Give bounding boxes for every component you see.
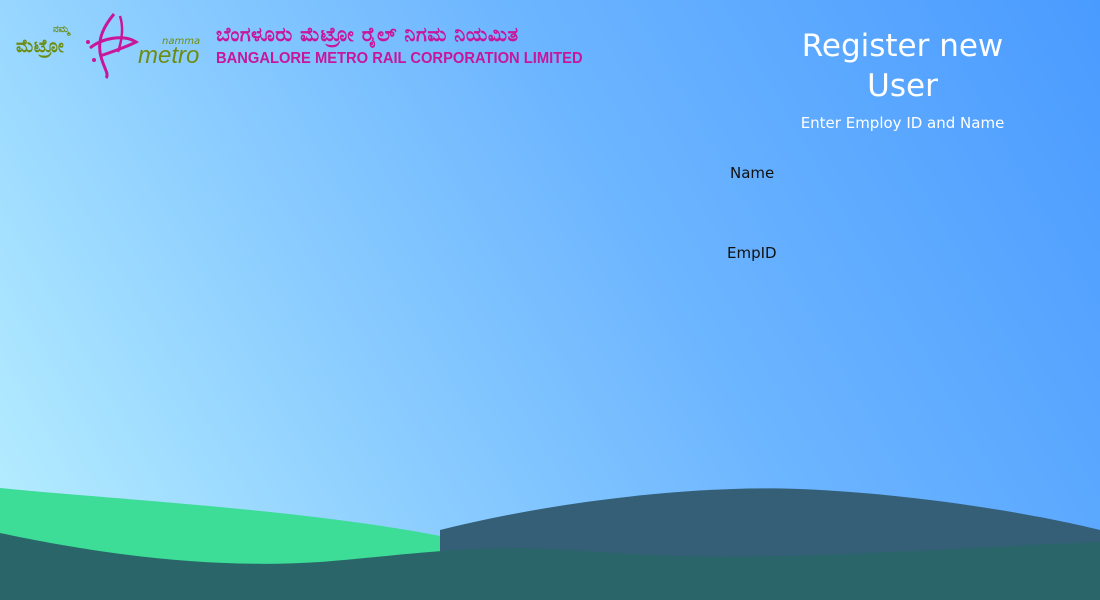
- logo-namma-kannada: ನಮ್ಮ: [53, 24, 70, 35]
- title-line-2: User: [867, 68, 938, 104]
- name-label: Name: [730, 164, 775, 182]
- name-input[interactable]: [790, 158, 1044, 190]
- org-name-kannada: ಬೆಂಗಳೂರು ಮೆಟ್ರೋ ರೈಲ್ ನಿಗಮ ನಿಯಮಿತ: [216, 22, 519, 46]
- metro-swirl-icon: [86, 13, 139, 80]
- empid-label: EmpID: [727, 244, 777, 262]
- logo-metro-kannada: ಮೆಟ್ರೋ: [16, 36, 64, 57]
- namma-metro-logo: ನಮ್ಮ ಮೆಟ್ರೋ namma metro: [14, 8, 204, 80]
- decorative-waves: [0, 488, 1100, 600]
- page-title: Register new User: [780, 26, 1025, 106]
- logo-metro-text: metro: [138, 42, 200, 69]
- org-name-english: BANGALORE METRO RAIL CORPORATION LIMITED: [216, 50, 583, 67]
- title-line-1: Register new: [801, 28, 1004, 64]
- page-subtitle: Enter Employ ID and Name: [800, 114, 1005, 132]
- header: ನಮ್ಮ ಮೆಟ್ರೋ namma metro ಬೆಂಗಳೂರು ಮೆಟ್ರೋ …: [14, 8, 615, 80]
- organization-name: ಬೆಂಗಳೂರು ಮೆಟ್ರೋ ರೈಲ್ ನಿಗಮ ನಿಯಮಿತ BANGALO…: [216, 20, 615, 68]
- empid-input[interactable]: [790, 238, 1044, 270]
